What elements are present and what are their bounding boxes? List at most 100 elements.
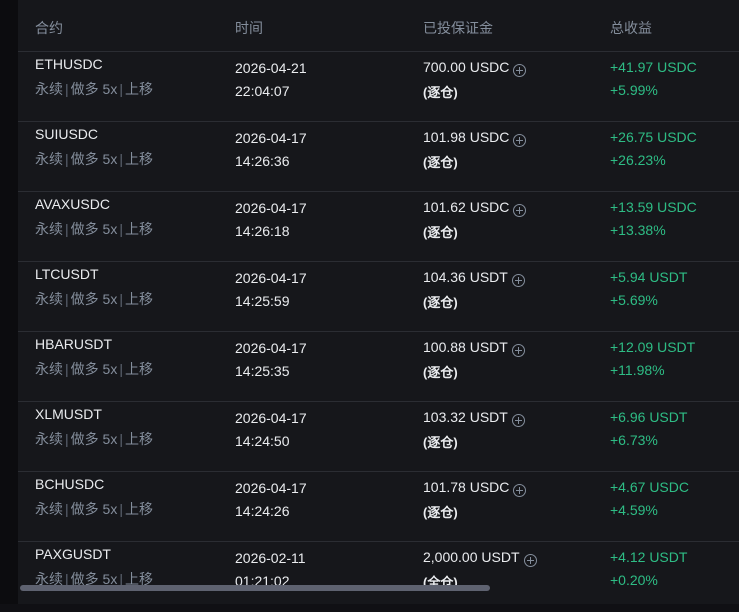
margin-mode: (逐仓) <box>423 225 458 240</box>
open-time: 14:24:26 <box>235 503 290 519</box>
position-side: 做多 5x <box>70 151 118 167</box>
margin-cell: 101.78 USDC <box>423 479 527 497</box>
margin-mode: (逐仓) <box>423 155 458 170</box>
contract-tags: 永续 | 做多 5x | 上移 <box>35 221 153 237</box>
contract-symbol[interactable]: AVAXUSDC <box>35 196 110 212</box>
contract-tags: 永续 | 做多 5x | 上移 <box>35 431 153 447</box>
contract-symbol[interactable]: HBARUSDT <box>35 336 112 352</box>
margin-value: 104.36 USDT <box>423 269 508 285</box>
margin-mode: (逐仓) <box>423 435 458 450</box>
contract-symbol[interactable]: XLMUSDT <box>35 406 102 422</box>
positions-panel: 合约 时间 已投保证金 总收益 ETHUSDC 永续 | 做多 5x | 上移 2026… <box>0 0 739 604</box>
margin-value: 101.98 USDC <box>423 129 510 145</box>
contract-tags: 永续 | 做多 5x | 上移 <box>35 291 153 307</box>
open-time: 14:25:59 <box>235 293 290 309</box>
column-header-pnl[interactable]: 总收益 <box>610 18 652 38</box>
margin-cell: 101.98 USDC <box>423 129 527 147</box>
contract-tags: 永续 | 做多 5x | 上移 <box>35 361 153 377</box>
table-row[interactable]: HBARUSDT 永续 | 做多 5x | 上移 2026-04-17 14:25:35… <box>18 332 739 402</box>
margin-mode: (逐仓) <box>423 295 458 310</box>
open-date: 2026-04-21 <box>235 60 307 76</box>
left-edge <box>0 0 18 604</box>
horizontal-scrollbar-thumb[interactable] <box>20 585 490 591</box>
add-margin-icon[interactable] <box>511 343 525 357</box>
pnl-value: +5.94 USDT <box>610 269 688 285</box>
column-header-contract[interactable]: 合约 <box>35 18 63 38</box>
pnl-value: +41.97 USDC <box>610 59 697 75</box>
column-header-time[interactable]: 时间 <box>235 18 263 38</box>
table-row[interactable]: ETHUSDC 永续 | 做多 5x | 上移 2026-04-21 22:04:07 … <box>18 52 739 122</box>
pnl-value: +6.96 USDT <box>610 409 688 425</box>
contract-type: 永续 <box>35 151 63 167</box>
open-time: 14:26:18 <box>235 223 290 239</box>
margin-mode: (逐仓) <box>423 365 458 380</box>
margin-cell: 700.00 USDC <box>423 59 527 77</box>
pnl-percent: +5.99% <box>610 82 658 98</box>
table-row[interactable]: BCHUSDC 永续 | 做多 5x | 上移 2026-04-17 14:24:26 … <box>18 472 739 542</box>
pnl-value: +4.12 USDT <box>610 549 688 565</box>
contract-symbol[interactable]: BCHUSDC <box>35 476 104 492</box>
contract-type: 永续 <box>35 221 63 237</box>
column-header-margin[interactable]: 已投保证金 <box>423 18 493 38</box>
contract-tags: 永续 | 做多 5x | 上移 <box>35 151 153 167</box>
pnl-percent: +5.69% <box>610 292 658 308</box>
open-date: 2026-04-17 <box>235 130 307 146</box>
table-row[interactable]: LTCUSDT 永续 | 做多 5x | 上移 2026-04-17 14:25:59 … <box>18 262 739 332</box>
contract-type: 永续 <box>35 81 63 97</box>
add-margin-icon[interactable] <box>513 63 527 77</box>
contract-type: 永续 <box>35 501 63 517</box>
open-date: 2026-04-17 <box>235 480 307 496</box>
open-date: 2026-04-17 <box>235 340 307 356</box>
direction-tag: 上移 <box>124 221 153 237</box>
margin-value: 101.62 USDC <box>423 199 510 215</box>
position-side: 做多 5x <box>70 221 118 237</box>
pnl-percent: +13.38% <box>610 222 666 238</box>
table-row[interactable]: AVAXUSDC 永续 | 做多 5x | 上移 2026-04-17 14:26:18… <box>18 192 739 262</box>
add-margin-icon[interactable] <box>513 483 527 497</box>
contract-tags: 永续 | 做多 5x | 上移 <box>35 81 153 97</box>
table-row[interactable]: PAXGUSDT 永续 | 做多 5x | 上移 2026-02-11 01:21:02… <box>18 542 739 612</box>
open-date: 2026-04-17 <box>235 410 307 426</box>
open-time: 22:04:07 <box>235 83 290 99</box>
margin-mode: (逐仓) <box>423 505 458 520</box>
contract-tags: 永续 | 做多 5x | 上移 <box>35 501 153 517</box>
direction-tag: 上移 <box>124 151 153 167</box>
table-row[interactable]: XLMUSDT 永续 | 做多 5x | 上移 2026-04-17 14:24:50 … <box>18 402 739 472</box>
horizontal-scrollbar[interactable] <box>18 584 739 592</box>
open-date: 2026-04-17 <box>235 200 307 216</box>
table-row[interactable]: SUIUSDC 永续 | 做多 5x | 上移 2026-04-17 14:26:36 … <box>18 122 739 192</box>
pnl-percent: +26.23% <box>610 152 666 168</box>
add-margin-icon[interactable] <box>523 553 537 567</box>
contract-symbol[interactable]: SUIUSDC <box>35 126 98 142</box>
add-margin-icon[interactable] <box>511 413 525 427</box>
margin-value: 101.78 USDC <box>423 479 510 495</box>
add-margin-icon[interactable] <box>511 273 525 287</box>
margin-cell: 103.32 USDT <box>423 409 525 427</box>
margin-mode: (逐仓) <box>423 85 458 100</box>
position-side: 做多 5x <box>70 291 118 307</box>
contract-type: 永续 <box>35 431 63 447</box>
position-side: 做多 5x <box>70 431 118 447</box>
open-date: 2026-04-17 <box>235 270 307 286</box>
position-side: 做多 5x <box>70 361 118 377</box>
open-date: 2026-02-11 <box>235 550 306 566</box>
open-time: 14:26:36 <box>235 153 290 169</box>
position-side: 做多 5x <box>70 81 118 97</box>
pnl-percent: +4.59% <box>610 502 658 518</box>
direction-tag: 上移 <box>124 501 153 517</box>
contract-symbol[interactable]: ETHUSDC <box>35 56 103 72</box>
contract-symbol[interactable]: PAXGUSDT <box>35 546 111 562</box>
add-margin-icon[interactable] <box>513 203 527 217</box>
margin-cell: 2,000.00 USDT <box>423 549 537 567</box>
position-side: 做多 5x <box>70 501 118 517</box>
add-margin-icon[interactable] <box>513 133 527 147</box>
pnl-value: +13.59 USDC <box>610 199 697 215</box>
table-header: 合约 时间 已投保证金 总收益 <box>18 0 739 52</box>
margin-value: 100.88 USDT <box>423 339 508 355</box>
pnl-value: +12.09 USDT <box>610 339 696 355</box>
contract-symbol[interactable]: LTCUSDT <box>35 266 99 282</box>
open-time: 14:25:35 <box>235 363 290 379</box>
pnl-percent: +11.98% <box>610 362 665 378</box>
margin-cell: 101.62 USDC <box>423 199 527 217</box>
margin-cell: 100.88 USDT <box>423 339 525 357</box>
